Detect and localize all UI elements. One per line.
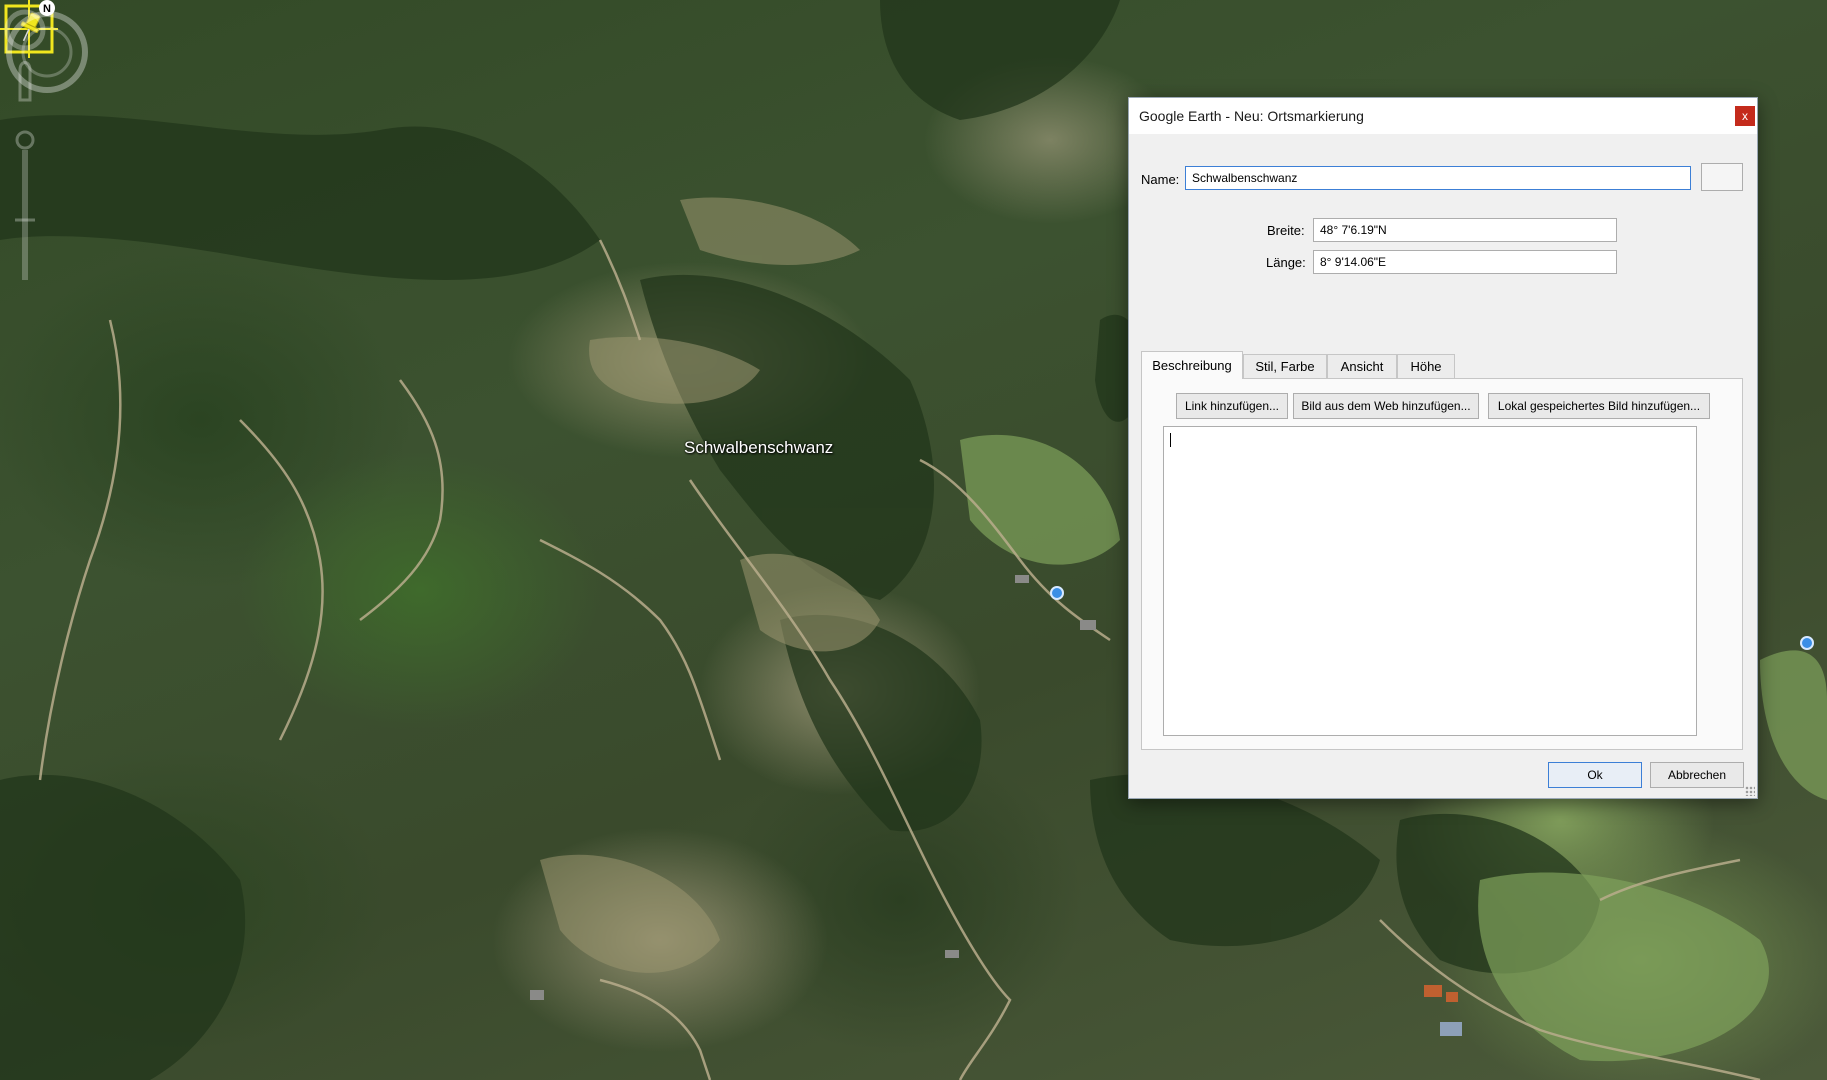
dialog-titlebar[interactable]: Google Earth - Neu: Ortsmarkierung x <box>1129 98 1757 134</box>
add-link-button[interactable]: Link hinzufügen... <box>1176 393 1288 419</box>
placemark-label: Schwalbenschwanz <box>684 438 834 457</box>
close-button[interactable]: x <box>1735 106 1755 126</box>
add-local-image-button[interactable]: Lokal gespeichertes Bild hinzufügen... <box>1488 393 1710 419</box>
name-input[interactable] <box>1185 166 1691 190</box>
tab-stil-farbe[interactable]: Stil, Farbe <box>1243 354 1327 378</box>
tab-beschreibung[interactable]: Beschreibung <box>1141 351 1243 379</box>
latitude-field[interactable]: 48° 7'6.19"N <box>1313 218 1617 242</box>
dialog-title: Google Earth - Neu: Ortsmarkierung <box>1139 108 1364 124</box>
tab-ansicht[interactable]: Ansicht <box>1327 354 1397 378</box>
resize-grip-icon[interactable] <box>1745 786 1755 796</box>
tab-hoehe[interactable]: Höhe <box>1397 354 1455 378</box>
blue-location-marker[interactable] <box>1050 586 1064 600</box>
icon-picker-button[interactable] <box>1701 163 1743 191</box>
text-caret <box>1170 433 1171 447</box>
ok-button[interactable]: Ok <box>1548 762 1642 788</box>
zoom-slider-icon[interactable] <box>0 0 50 300</box>
longitude-label: Länge: <box>1266 255 1306 270</box>
add-web-image-button[interactable]: Bild aus dem Web hinzufügen... <box>1293 393 1479 419</box>
name-label: Name: <box>1141 172 1180 187</box>
longitude-field[interactable]: 8° 9'14.06"E <box>1313 250 1617 274</box>
description-textarea[interactable] <box>1163 426 1697 736</box>
cancel-button[interactable]: Abbrechen <box>1650 762 1744 788</box>
latitude-label: Breite: <box>1267 223 1305 238</box>
blue-location-marker[interactable] <box>1800 636 1814 650</box>
new-placemark-dialog: Google Earth - Neu: Ortsmarkierung x Nam… <box>1128 97 1758 799</box>
